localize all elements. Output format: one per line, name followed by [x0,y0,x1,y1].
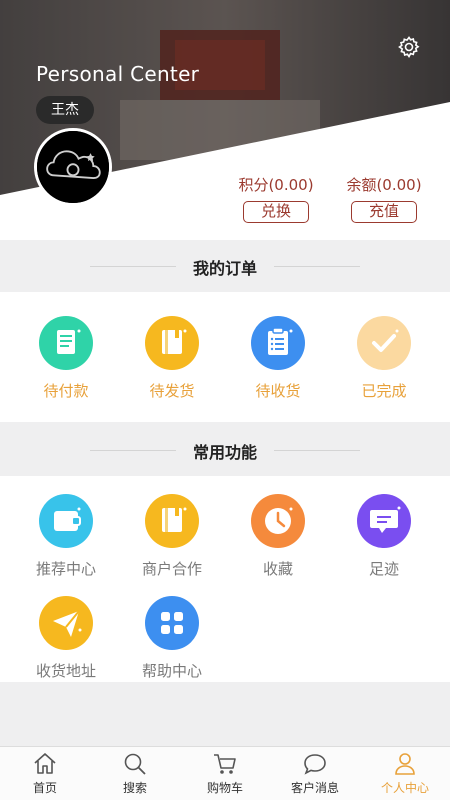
tool-help-center[interactable]: 帮助中心 [116,596,228,681]
page-title: Personal Center [36,62,200,86]
user-name-badge: 王杰 [36,96,94,124]
notebook-icon [145,494,199,548]
book-icon [145,316,199,370]
tools-panel: 推荐中心 商户合作 收藏 足迹 收货地址 帮助中心 [0,476,450,682]
orders-panel: 待付款 待发货 待收货 已完成 [0,292,450,422]
clipboard-icon [251,316,305,370]
tool-referral-center[interactable]: 推荐中心 [10,494,122,579]
tab-home[interactable]: 首页 [0,751,90,796]
paper-plane-icon [39,596,93,650]
divider [274,266,360,267]
tool-shipping-address[interactable]: 收货地址 [10,596,122,681]
gear-icon[interactable] [397,35,421,59]
tile-label: 足迹 [368,560,399,578]
redeem-button[interactable]: 兑换 [243,201,309,223]
search-icon [124,753,146,775]
order-pending-receipt[interactable]: 待收货 [222,316,334,401]
balance-stat: 余额(0.00) 充值 [344,174,424,223]
tab-cart[interactable]: 购物车 [180,751,270,796]
points-stat: 积分(0.00) 兑换 [236,174,316,223]
order-completed[interactable]: 已完成 [328,316,440,401]
tab-label: 购物车 [206,781,243,795]
tab-search[interactable]: 搜索 [90,751,180,796]
avatar[interactable] [34,128,112,206]
profile-header: Personal Center 王杰 积分(0.00) 兑换 余额(0.00) … [0,0,450,240]
tab-profile[interactable]: 个人中心 [360,751,450,796]
tool-favorites[interactable]: 收藏 [222,494,334,579]
checkmark-icon [357,316,411,370]
tool-footprints[interactable]: 足迹 [328,494,440,579]
recharge-button[interactable]: 充值 [351,201,417,223]
tile-label: 帮助中心 [141,662,202,680]
message-icon [357,494,411,548]
order-pending-shipment[interactable]: 待发货 [116,316,228,401]
tile-label: 收货地址 [35,662,96,680]
document-icon [39,316,93,370]
tile-label: 已完成 [361,382,407,400]
tool-merchant-cooperation[interactable]: 商户合作 [116,494,228,579]
tile-label: 推荐中心 [35,560,96,578]
tile-label: 待付款 [43,382,89,400]
tab-messages[interactable]: 客户消息 [270,751,360,796]
points-label: 积分(0.00) [238,176,314,194]
chat-icon [304,754,326,775]
tools-section-header: 常用功能 [0,424,450,476]
balance-label: 余额(0.00) [346,176,422,194]
tab-label: 搜索 [122,781,147,795]
tab-label: 客户消息 [290,781,339,795]
tile-label: 待收货 [255,382,301,400]
cart-icon [214,754,236,774]
tile-label: 收藏 [262,560,293,578]
divider [274,450,360,451]
bottom-tab-bar: 首页 搜索 购物车 客户消息 个人中心 [0,746,450,800]
tile-label: 待发货 [149,382,195,400]
tile-label: 商户合作 [141,560,202,578]
orders-title: 我的订单 [192,259,257,278]
tools-title: 常用功能 [192,443,257,462]
orders-section-header: 我的订单 [0,240,450,292]
home-icon [34,753,56,774]
tab-label: 首页 [32,781,57,795]
tab-label: 个人中心 [380,781,429,795]
clock-icon [251,494,305,548]
order-pending-payment[interactable]: 待付款 [10,316,122,401]
grid-icon [145,596,199,650]
wallet-icon [39,494,93,548]
person-icon [395,753,415,775]
